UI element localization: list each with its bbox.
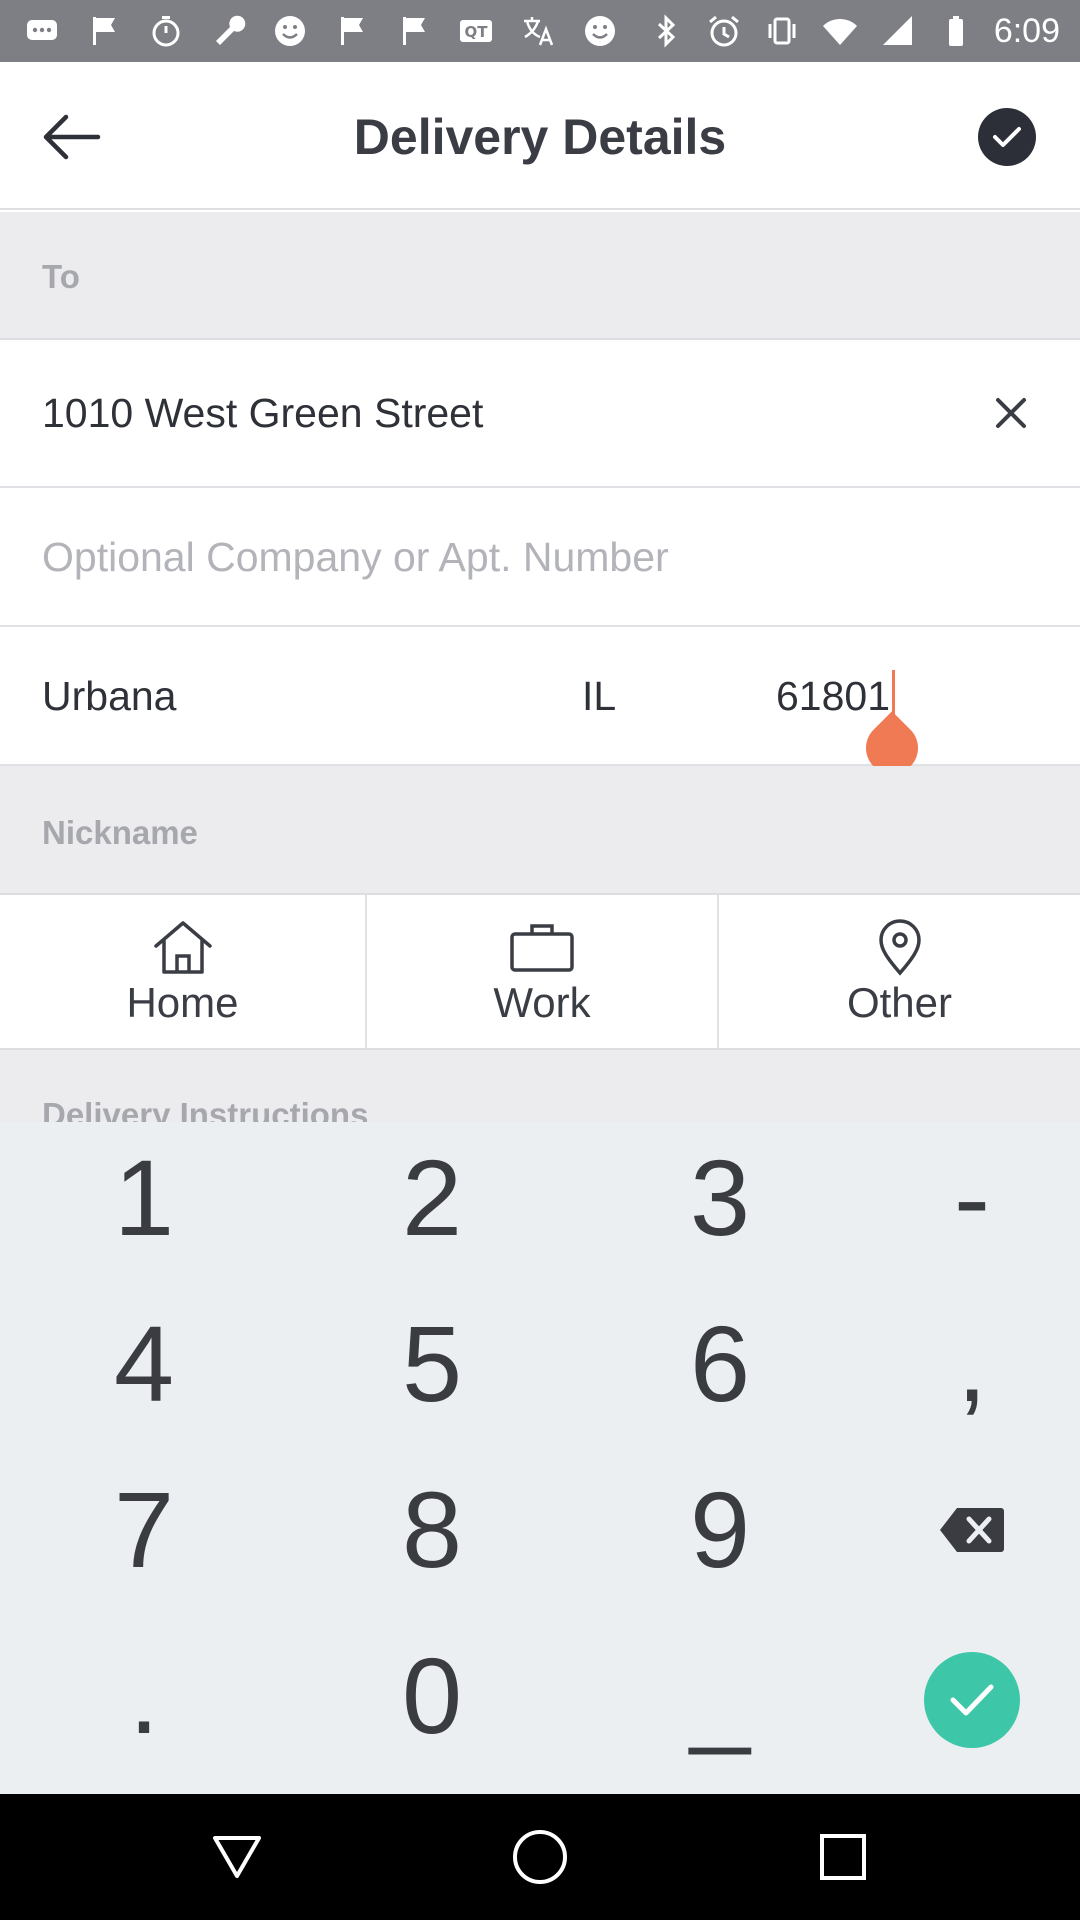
key-2[interactable]: 2: [352, 1122, 512, 1272]
key-4[interactable]: 4: [64, 1288, 224, 1438]
backspace-icon: [940, 1508, 1004, 1552]
navigation-bar: [0, 1794, 1080, 1920]
city-input[interactable]: Urbana: [42, 673, 176, 720]
key-period[interactable]: .: [64, 1620, 224, 1770]
timer-icon: [146, 11, 186, 51]
nickname-home-label: Home: [126, 979, 239, 1026]
close-icon: [996, 398, 1026, 428]
section-label-instructions: Delivery Instructions: [42, 1096, 369, 1122]
svg-text:QT: QT: [465, 23, 489, 41]
nav-recents-button[interactable]: [808, 1822, 878, 1892]
app-bar: Delivery Details: [0, 62, 1080, 210]
clear-street-button[interactable]: [986, 388, 1036, 438]
location-pin-icon: [865, 917, 935, 977]
apt-input-placeholder[interactable]: Optional Company or Apt. Number: [42, 534, 669, 581]
section-header-nickname: Nickname: [0, 766, 1080, 895]
checkmark-icon: [993, 127, 1021, 147]
flag-icon: [84, 11, 124, 51]
key-7[interactable]: 7: [64, 1454, 224, 1604]
key-backspace[interactable]: [912, 1492, 1032, 1568]
nickname-work-label: Work: [493, 979, 591, 1026]
smiley-icon: [580, 11, 620, 51]
page-title: Delivery Details: [353, 109, 727, 165]
home-icon: [148, 917, 218, 977]
nickname-other-label: Other: [846, 979, 953, 1026]
flag-icon: [394, 11, 434, 51]
key-enter[interactable]: [924, 1652, 1020, 1748]
triangle-back-icon: [213, 1836, 261, 1878]
flag-icon: [332, 11, 372, 51]
status-time: 6:09: [993, 11, 1060, 50]
state-input[interactable]: IL: [582, 673, 616, 720]
circle-home-icon: [513, 1830, 567, 1884]
messages-icon: [22, 11, 62, 51]
numeric-keyboard: 1 2 3 - 4 5 6 , 7 8 9 . 0 _: [0, 1122, 1080, 1794]
briefcase-icon: [507, 917, 577, 977]
bluetooth-icon: [646, 11, 686, 51]
key-comma[interactable]: ,: [892, 1288, 1052, 1438]
key-6[interactable]: 6: [640, 1288, 800, 1438]
key-dash[interactable]: -: [892, 1122, 1052, 1272]
wifi-icon: [820, 11, 860, 51]
key-1[interactable]: 1: [64, 1122, 224, 1272]
nickname-options: Home Work Other: [0, 895, 1080, 1050]
key-8[interactable]: 8: [352, 1454, 512, 1604]
checkmark-icon: [950, 1684, 994, 1716]
system-icons: 6:09: [646, 10, 1060, 52]
section-header-instructions: Delivery Instructions: [0, 1050, 1080, 1122]
key-space[interactable]: _: [640, 1620, 800, 1770]
qt-icon: QT: [456, 11, 496, 51]
key-5[interactable]: 5: [352, 1288, 512, 1438]
smiley-icon: [270, 11, 310, 51]
text-cursor: [892, 670, 895, 716]
confirm-button[interactable]: [978, 108, 1036, 166]
notification-icons: QT: [22, 10, 620, 52]
signal-icon: [878, 11, 918, 51]
wrench-icon: [208, 11, 248, 51]
section-label-nickname: Nickname: [42, 814, 198, 851]
key-3[interactable]: 3: [640, 1122, 800, 1272]
nickname-work-button[interactable]: Work: [367, 895, 719, 1048]
nickname-home-button[interactable]: Home: [0, 895, 367, 1048]
translate-icon: [518, 11, 558, 51]
status-bar: QT 6:09: [0, 0, 1080, 62]
nickname-other-button[interactable]: Other: [719, 895, 1080, 1048]
section-label-to: To: [42, 258, 80, 295]
zip-input[interactable]: 61801: [776, 673, 890, 720]
alarm-icon: [704, 11, 744, 51]
apt-field[interactable]: Optional Company or Apt. Number: [0, 488, 1080, 627]
section-header-to: To: [0, 212, 1080, 340]
street-input-value[interactable]: 1010 West Green Street: [42, 390, 483, 437]
key-0[interactable]: 0: [352, 1620, 512, 1770]
nav-home-button[interactable]: [505, 1822, 575, 1892]
battery-icon: [936, 11, 976, 51]
nav-back-button[interactable]: [202, 1822, 272, 1892]
street-field[interactable]: 1010 West Green Street: [0, 340, 1080, 488]
vibrate-icon: [762, 11, 802, 51]
key-9[interactable]: 9: [640, 1454, 800, 1604]
square-recents-icon: [820, 1834, 866, 1880]
